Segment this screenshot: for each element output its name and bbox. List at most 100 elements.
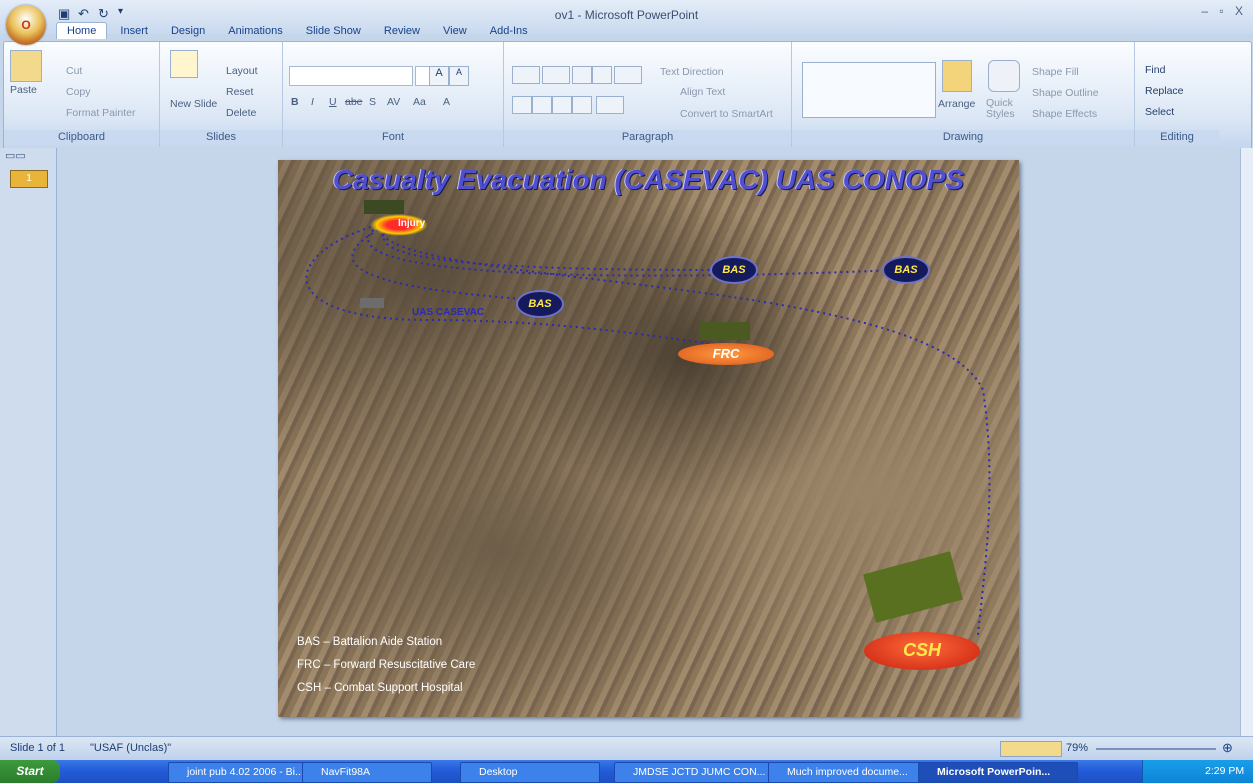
char-spacing-button[interactable]: AV bbox=[387, 96, 400, 108]
csh-marker: CSH bbox=[864, 632, 980, 670]
replace-button[interactable]: Replace bbox=[1145, 85, 1184, 97]
vertical-scrollbar[interactable] bbox=[1240, 148, 1253, 736]
change-case-button[interactable]: Aa bbox=[413, 96, 426, 108]
underline-button[interactable]: U bbox=[329, 96, 337, 108]
taskbar: Start joint pub 4.02 2006 - Bi... NavFit… bbox=[0, 760, 1253, 783]
reset-button[interactable]: Reset bbox=[226, 86, 253, 98]
justify-icon[interactable] bbox=[572, 96, 592, 114]
select-button[interactable]: Select bbox=[1145, 106, 1174, 118]
numbering-icon[interactable] bbox=[542, 66, 570, 84]
arrange-button[interactable]: Arrange bbox=[938, 98, 975, 110]
system-tray: 2:29 PM bbox=[1142, 760, 1253, 783]
tab-design[interactable]: Design bbox=[161, 23, 215, 39]
align-text-button[interactable]: Align Text bbox=[680, 86, 725, 98]
bold-button[interactable]: B bbox=[291, 96, 299, 108]
slides-label: Slides bbox=[160, 130, 282, 145]
office-logo: O bbox=[21, 18, 31, 32]
zoom-level[interactable]: 79% bbox=[1066, 742, 1088, 754]
decrease-indent-icon[interactable] bbox=[572, 66, 592, 84]
bullets-icon[interactable] bbox=[512, 66, 540, 84]
start-button[interactable]: Start bbox=[0, 760, 60, 783]
shape-fill-button[interactable]: Shape Fill bbox=[1032, 66, 1079, 78]
font-group: A A B I U abe S AV Aa A Font bbox=[283, 42, 504, 147]
font-name-combo[interactable] bbox=[289, 66, 413, 86]
task-joint-pub[interactable]: joint pub 4.02 2006 - Bi... bbox=[168, 762, 316, 783]
clock[interactable]: 2:29 PM bbox=[1205, 760, 1244, 783]
status-bar: Slide 1 of 1 "USAF (Unclas)" 79% ⊕ bbox=[0, 736, 1253, 761]
font-color-button[interactable]: A bbox=[443, 96, 450, 108]
shapes-gallery[interactable] bbox=[802, 62, 936, 118]
align-right-icon[interactable] bbox=[552, 96, 572, 114]
tab-review[interactable]: Review bbox=[374, 23, 430, 39]
bas-marker-3: BAS bbox=[882, 256, 930, 284]
tab-home[interactable]: Home bbox=[56, 22, 108, 39]
view-buttons[interactable] bbox=[1000, 741, 1062, 757]
task-powerpoint[interactable]: Microsoft PowerPoin... bbox=[918, 762, 1078, 783]
text-direction-button[interactable]: Text Direction bbox=[660, 66, 724, 78]
line-spacing-icon[interactable] bbox=[614, 66, 642, 84]
arrange-icon[interactable] bbox=[942, 60, 972, 92]
tab-add-ins[interactable]: Add-Ins bbox=[480, 23, 538, 39]
task-desktop[interactable]: Desktop bbox=[460, 762, 600, 783]
ribbon: Paste Cut Copy Format Painter Clipboard … bbox=[3, 41, 1252, 150]
injury-label: Injury bbox=[398, 218, 426, 229]
zoom-slider[interactable] bbox=[1096, 748, 1216, 750]
drawing-label: Drawing bbox=[792, 130, 1134, 145]
ribbon-tabs: Home Insert Design Animations Slide Show… bbox=[56, 22, 538, 40]
grow-font-button[interactable]: A bbox=[429, 66, 449, 86]
legend-bas: BAS – Battalion Aide Station bbox=[297, 636, 443, 648]
tab-animations[interactable]: Animations bbox=[218, 23, 292, 39]
convert-smartart-button[interactable]: Convert to SmartArt bbox=[680, 108, 773, 120]
frc-tent-icon bbox=[700, 322, 750, 340]
quick-styles-button[interactable]: Quick Styles bbox=[986, 98, 1026, 120]
clipboard-group: Paste Cut Copy Format Painter Clipboard bbox=[4, 42, 160, 147]
ground-unit-icon bbox=[364, 200, 404, 214]
legend-frc: FRC – Forward Resuscitative Care bbox=[297, 659, 476, 671]
shadow-button[interactable]: S bbox=[369, 96, 376, 108]
csh-hospital-icon bbox=[863, 551, 963, 623]
find-button[interactable]: Find bbox=[1145, 64, 1165, 76]
injury-marker: Injury bbox=[370, 214, 428, 236]
tab-insert[interactable]: Insert bbox=[110, 23, 158, 39]
columns-icon[interactable] bbox=[596, 96, 624, 114]
zoom-in-icon[interactable]: ⊕ bbox=[1222, 740, 1233, 756]
font-label: Font bbox=[283, 130, 503, 145]
slides-group: New Slide Layout Reset Delete Slides bbox=[160, 42, 283, 147]
window-controls[interactable]: – ▫ X bbox=[1201, 4, 1247, 18]
paste-icon[interactable] bbox=[10, 50, 42, 82]
task-navfit[interactable]: NavFit98A bbox=[302, 762, 432, 783]
tab-view[interactable]: View bbox=[433, 23, 477, 39]
italic-button[interactable]: I bbox=[311, 96, 314, 108]
shrink-font-button[interactable]: A bbox=[449, 66, 469, 86]
align-left-icon[interactable] bbox=[512, 96, 532, 114]
panel-tabs-icon[interactable]: ▭▭ bbox=[5, 149, 26, 162]
slide-thumbnail[interactable]: 1 bbox=[10, 170, 48, 188]
format-painter-button[interactable]: Format Painter bbox=[66, 107, 135, 119]
increase-indent-icon[interactable] bbox=[592, 66, 612, 84]
new-slide-button[interactable]: New Slide bbox=[170, 98, 217, 110]
route-to-bas-3 bbox=[367, 225, 899, 277]
drawing-group: Arrange Quick Styles Shape Fill Shape Ou… bbox=[792, 42, 1135, 147]
copy-button[interactable]: Copy bbox=[66, 86, 91, 98]
editing-label: Editing bbox=[1135, 130, 1219, 145]
shape-effects-button[interactable]: Shape Effects bbox=[1032, 108, 1097, 120]
shape-outline-button[interactable]: Shape Outline bbox=[1032, 87, 1099, 99]
frc-marker: FRC bbox=[678, 343, 774, 365]
office-button[interactable]: O bbox=[6, 5, 46, 45]
paragraph-label: Paragraph bbox=[504, 130, 791, 145]
delete-button[interactable]: Delete bbox=[226, 107, 256, 119]
slide-canvas[interactable]: Casualty Evacuation (CASEVAC) UAS CONOPS… bbox=[278, 160, 1019, 717]
strikethrough-button[interactable]: abe bbox=[345, 96, 363, 108]
align-center-icon[interactable] bbox=[532, 96, 552, 114]
paste-button[interactable]: Paste bbox=[10, 84, 37, 96]
theme-name[interactable]: "USAF (Unclas)" bbox=[90, 742, 171, 754]
task-jmdse[interactable]: JMDSE JCTD JUMC CON... bbox=[614, 762, 770, 783]
quick-styles-icon[interactable] bbox=[988, 60, 1020, 92]
route-to-bas-2 bbox=[382, 227, 719, 271]
task-much-improved[interactable]: Much improved docume... bbox=[768, 762, 928, 783]
layout-button[interactable]: Layout bbox=[226, 65, 258, 77]
tab-slide-show[interactable]: Slide Show bbox=[296, 23, 371, 39]
cut-button[interactable]: Cut bbox=[66, 65, 82, 77]
new-slide-icon[interactable] bbox=[170, 50, 198, 78]
uas-aircraft-icon bbox=[360, 298, 384, 308]
